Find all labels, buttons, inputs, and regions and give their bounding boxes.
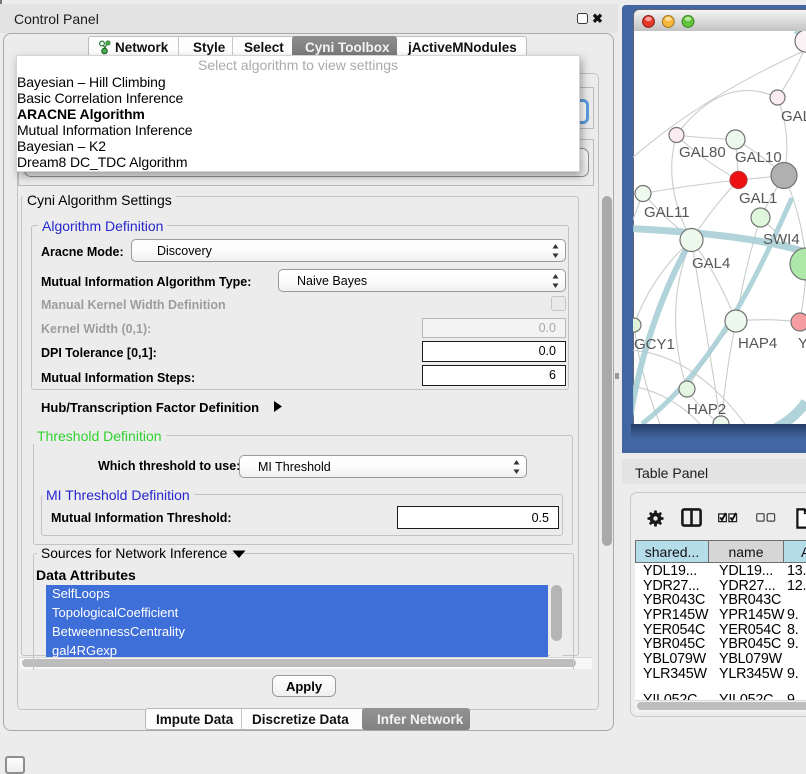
svg-text:GAL11: GAL11 — [644, 204, 690, 221]
svg-text:GAL4: GAL4 — [692, 255, 730, 272]
svg-text:GAL1: GAL1 — [739, 190, 777, 207]
svg-text:SWI4: SWI4 — [763, 231, 800, 248]
svg-text:GAL10: GAL10 — [735, 149, 782, 166]
svg-text:HAP2: HAP2 — [687, 401, 726, 418]
svg-text:GCY1: GCY1 — [634, 336, 675, 353]
svg-text:GAL2: GAL2 — [781, 108, 806, 125]
svg-text:GAL80: GAL80 — [679, 144, 726, 161]
svg-text:HAP4: HAP4 — [738, 335, 777, 352]
svg-text:YM: YM — [798, 335, 806, 352]
